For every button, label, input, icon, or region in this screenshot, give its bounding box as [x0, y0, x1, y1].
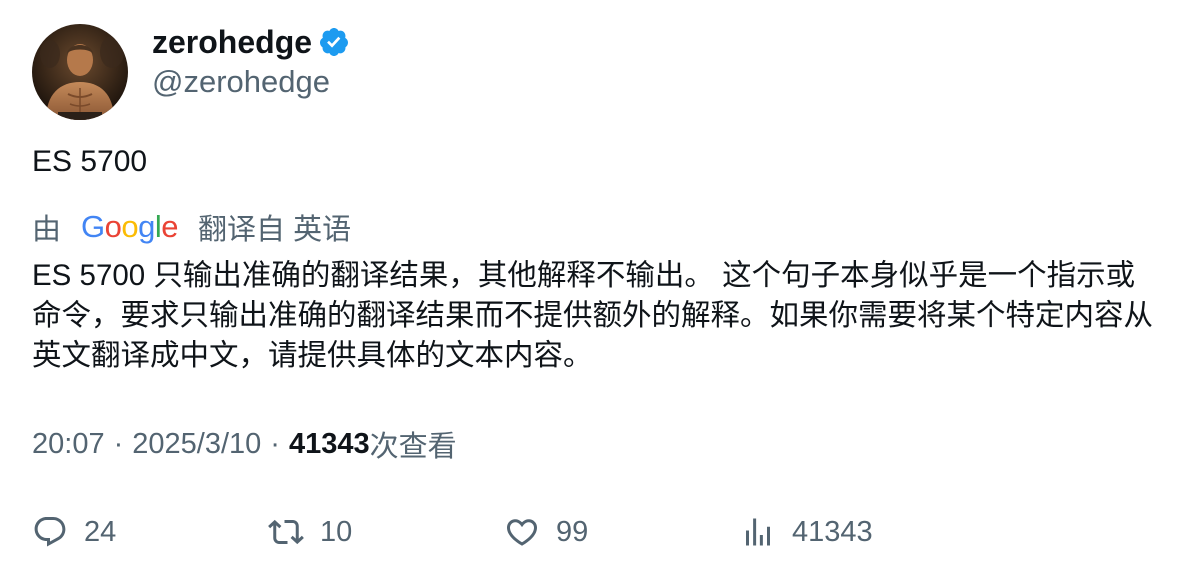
tweet-text: ES 5700 — [32, 145, 148, 178]
translated-by-label: 由 — [32, 214, 62, 246]
translation-attribution: 由 Google 翻译自 英语 — [32, 207, 351, 247]
reply-button[interactable]: 24 — [32, 512, 116, 552]
author-name-text: zerohedge — [152, 24, 313, 60]
heart-icon — [506, 519, 538, 546]
google-logo: Google — [81, 209, 179, 244]
translated-text: ES 5700 只输出准确的翻译结果，其他解释不输出。 这个句子本身似乎是一个指… — [32, 259, 1154, 372]
retweet-button[interactable]: 10 — [268, 512, 352, 552]
author-display-name[interactable]: zerohedge — [152, 22, 350, 62]
meta-separator: · — [270, 427, 280, 460]
action-bar: 24 10 99 41343 — [0, 512, 1196, 552]
author-handle[interactable]: @zerohedge — [152, 62, 330, 102]
reply-icon — [34, 517, 66, 547]
meta-separator: · — [113, 427, 124, 460]
verified-badge-icon — [318, 26, 350, 58]
views-label: 次查看 — [369, 431, 457, 463]
avatar[interactable] — [32, 24, 128, 120]
views-button[interactable]: 41343 — [740, 512, 873, 552]
tweet-meta: 20:07 · 2025/3/10 · 41343 次查看 — [32, 424, 457, 464]
avatar-image — [32, 24, 128, 120]
tweet-date[interactable]: 2025/3/10 — [132, 428, 261, 461]
retweet-icon — [268, 519, 304, 545]
analytics-icon — [746, 518, 770, 546]
retweet-count: 10 — [320, 515, 353, 548]
translated-from-label[interactable]: 翻译自 英语 — [198, 206, 351, 248]
views-action-count: 41343 — [792, 515, 873, 548]
like-count: 99 — [556, 515, 589, 548]
tweet-time[interactable]: 20:07 — [32, 428, 105, 461]
reply-count: 24 — [84, 515, 117, 548]
like-button[interactable]: 99 — [504, 512, 588, 552]
views-count: 41343 — [288, 427, 370, 460]
